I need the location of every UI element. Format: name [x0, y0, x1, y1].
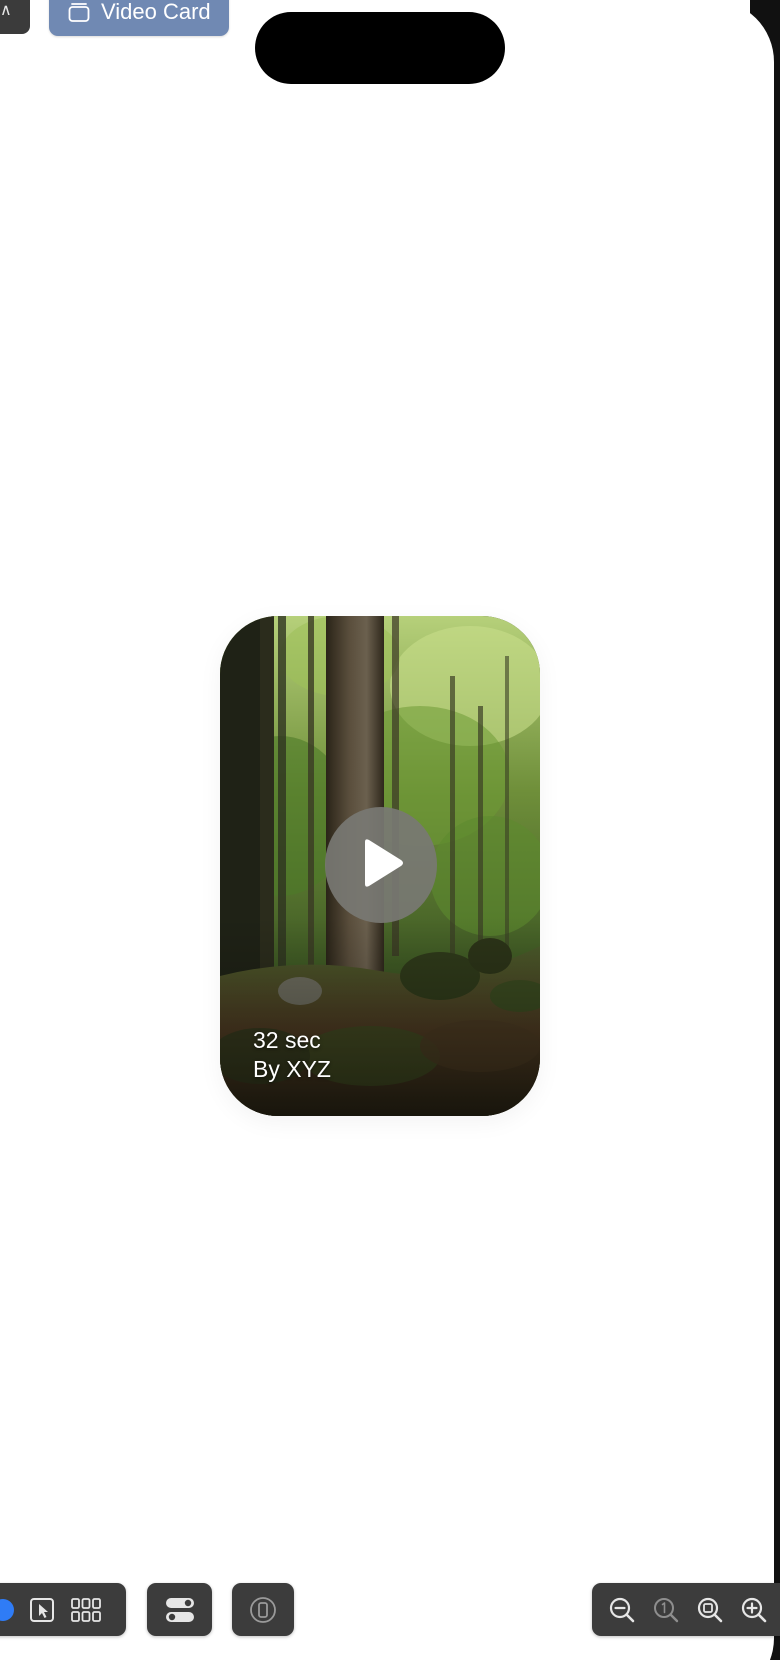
grid-variants-icon[interactable]	[64, 1588, 108, 1632]
zoom-toolbar	[592, 1583, 780, 1636]
window-stack-icon	[67, 1, 91, 23]
video-card[interactable]: 32 sec By XYZ	[220, 616, 540, 1116]
preview-mode-toolbar	[0, 1583, 126, 1636]
preview-title-chip[interactable]: Video Card	[49, 0, 229, 36]
device-settings-toolbar	[232, 1583, 294, 1636]
select-cursor-icon[interactable]	[20, 1588, 64, 1632]
video-duration: 32 sec	[253, 1027, 321, 1053]
dynamic-island	[255, 12, 505, 84]
zoom-actual-size-icon[interactable]	[644, 1588, 688, 1632]
preview-canvas: ∧ Video Card 32 sec By XYZ	[0, 0, 780, 1660]
canvas-settings-toolbar	[147, 1583, 212, 1636]
video-author: By XYZ	[253, 1056, 331, 1082]
zoom-in-icon[interactable]	[732, 1588, 776, 1632]
live-icon[interactable]	[0, 1598, 14, 1621]
play-icon	[357, 837, 405, 894]
canvas-settings-icon[interactable]	[158, 1588, 202, 1632]
preview-title-label: Video Card	[101, 0, 211, 24]
play-button[interactable]	[325, 807, 437, 923]
device-settings-icon[interactable]	[241, 1588, 285, 1632]
previous-preview-chip[interactable]: ∧	[0, 0, 30, 34]
previous-preview-chip-glyph: ∧	[0, 2, 12, 19]
video-meta: 32 sec By XYZ	[253, 1026, 331, 1084]
zoom-to-fit-icon[interactable]	[688, 1588, 732, 1632]
zoom-out-icon[interactable]	[600, 1588, 644, 1632]
